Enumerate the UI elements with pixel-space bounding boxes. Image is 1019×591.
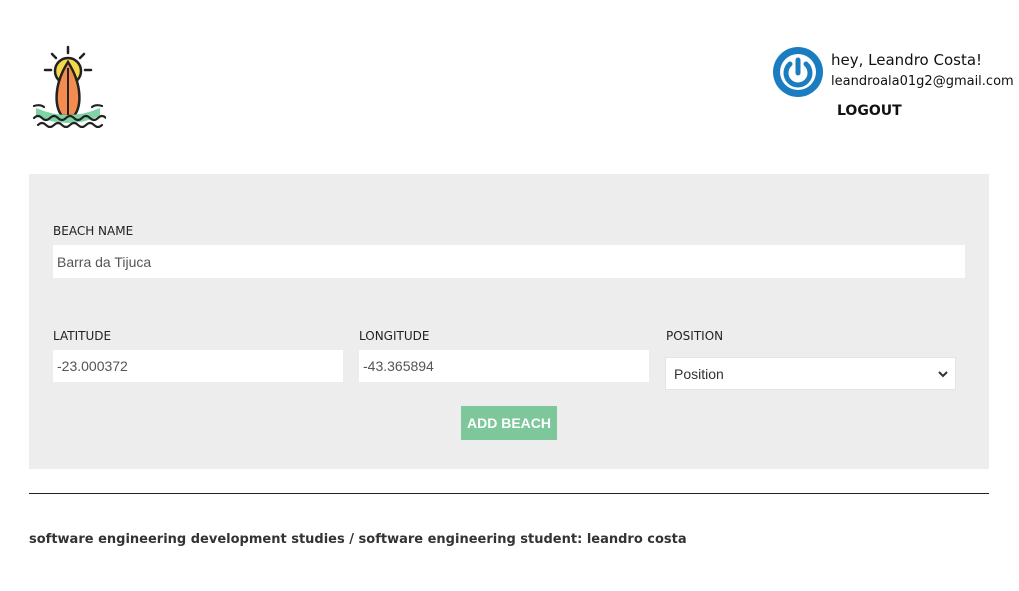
user-email: leandroala01g2@gmail.com <box>831 74 1014 89</box>
add-beach-button[interactable]: ADD BEACH <box>461 406 557 440</box>
divider <box>29 493 989 494</box>
add-beach-form: BEACH NAME LATITUDE LONGITUDE POSITION P… <box>29 174 989 469</box>
footer-text: software engineering development studies… <box>29 532 687 547</box>
longitude-input[interactable] <box>359 350 649 382</box>
position-label: POSITION <box>666 329 724 343</box>
page: hey, Leandro Costa! leandroala01g2@gmail… <box>0 0 1019 591</box>
position-selected-value: Position <box>674 366 724 382</box>
logout-button[interactable]: LOGOUT <box>837 103 902 119</box>
power-icon <box>772 46 824 98</box>
latitude-label: LATITUDE <box>53 329 112 343</box>
user-greeting: hey, Leandro Costa! <box>831 51 983 69</box>
chevron-down-icon <box>937 367 949 379</box>
beach-name-label: BEACH NAME <box>53 224 134 238</box>
beach-name-input[interactable] <box>53 245 965 278</box>
user-panel: hey, Leandro Costa! leandroala01g2@gmail… <box>772 46 1014 126</box>
position-select[interactable]: Position <box>665 357 956 390</box>
latitude-input[interactable] <box>53 350 343 382</box>
surfboard-sun-icon <box>30 44 108 129</box>
longitude-label: LONGITUDE <box>359 329 430 343</box>
